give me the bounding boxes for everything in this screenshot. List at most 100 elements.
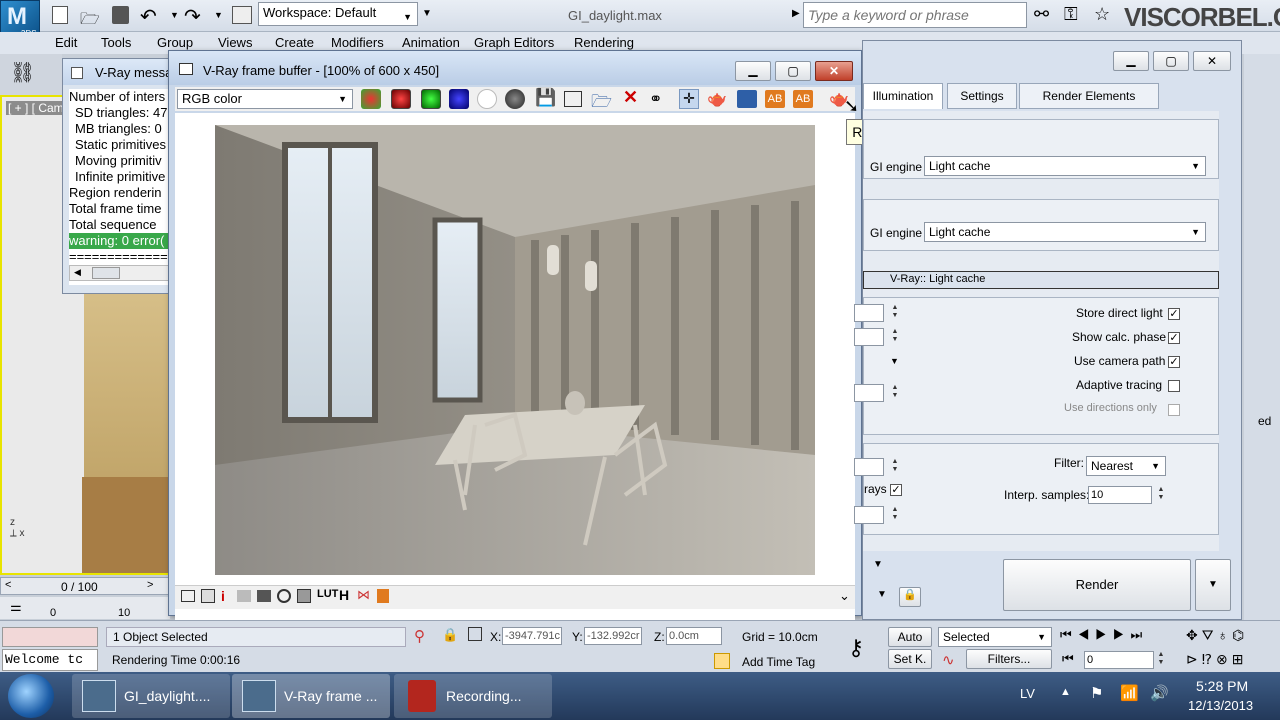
exposure-icon[interactable] [277, 589, 291, 603]
set-key-icon[interactable]: ⚷ [848, 635, 864, 661]
vray-messages-titlebar[interactable]: V-Ray messa [63, 59, 175, 85]
redo-icon[interactable]: ↷ [184, 4, 201, 29]
messages-scrollbar[interactable]: ◀ [69, 265, 175, 281]
action-center-icon[interactable]: ⚑ [1090, 684, 1103, 702]
key-icon[interactable]: ⚿ [1064, 4, 1078, 25]
add-time-tag[interactable]: Add Time Tag [742, 655, 815, 669]
expand-toolbar-icon[interactable]: ⌄ [839, 588, 850, 604]
track-bar-icon[interactable]: ⚌ [10, 599, 22, 615]
undo-dropdown-icon[interactable]: ▼ [170, 10, 179, 20]
viewport-nav-icons-2[interactable]: ⊳⁉⊗⊞ [1186, 651, 1247, 668]
star-icon[interactable]: ☆ [1094, 4, 1110, 25]
preset-dropdown-arrow[interactable]: ▼ [873, 559, 883, 570]
prefilter-spinner[interactable]: ▲ ▼ [890, 458, 900, 476]
compare-b-icon[interactable]: AB [793, 90, 813, 108]
new-file-icon[interactable] [52, 6, 68, 24]
frame-input[interactable]: 0 [1084, 651, 1154, 669]
alpha-channel-icon[interactable] [477, 89, 497, 109]
render-region-icon[interactable]: 🫖 [707, 89, 727, 109]
frame-spinner[interactable]: ▲ ▼ [1156, 651, 1166, 669]
viewport-label[interactable]: [ + ] [ Cam [6, 101, 66, 115]
tab-settings[interactable]: Settings [947, 83, 1017, 109]
curve-icon[interactable] [257, 590, 271, 602]
hdr-icon[interactable]: H [339, 587, 349, 603]
red-channel-icon[interactable] [391, 89, 411, 109]
store-direct-light-checkbox[interactable]: ✓ [1168, 308, 1180, 320]
clear-image-icon[interactable]: ✕ [623, 87, 638, 108]
subdivs-spinner[interactable]: ▲ ▼ [890, 304, 900, 322]
interp-samples-input[interactable]: 10 [1088, 486, 1152, 504]
y-coord-input[interactable]: -132.992cr [584, 627, 642, 645]
link-to-renderer-icon[interactable]: ⚭ [649, 89, 662, 109]
passes-spinner[interactable]: ▲ ▼ [890, 384, 900, 402]
subdivs-input[interactable] [854, 304, 884, 322]
adaptive-tracing-checkbox[interactable] [1168, 380, 1180, 392]
primary-gi-engine-dropdown[interactable]: Light cache ▼ [924, 156, 1206, 176]
filter-dropdown[interactable]: Nearest ▼ [1086, 456, 1166, 476]
menu-views[interactable]: Views [218, 35, 252, 50]
key-curve-icon[interactable]: ∿ [942, 651, 955, 669]
lock-view-button[interactable]: 🔒 [899, 587, 921, 607]
set-key-button[interactable]: Set K. [888, 649, 932, 669]
scale-dropdown-arrow[interactable]: ▼ [890, 356, 899, 366]
scroll-left-icon[interactable]: ◀ [74, 267, 81, 278]
srgb-icon[interactable] [297, 589, 311, 603]
ocio-icon[interactable] [377, 589, 389, 603]
rays-checkbox[interactable]: ✓ [890, 484, 902, 496]
expand-arrow-icon[interactable]: ▶ [792, 8, 800, 19]
menu-graph-editors[interactable]: Graph Editors [474, 35, 554, 50]
render-options-button[interactable]: ▼ [1195, 559, 1231, 611]
tab-indirect-illumination[interactable]: Illumination [863, 83, 943, 109]
vfb-canvas[interactable] [175, 113, 855, 635]
info-icon[interactable]: i [221, 588, 225, 604]
taskbar-item-recording[interactable]: Recording... [394, 674, 552, 718]
light-cache-rollout-header[interactable]: V-Ray:: Light cache [863, 271, 1219, 289]
pixel-aspect-icon[interactable]: ⋈ [357, 587, 370, 603]
network-icon[interactable]: 📶 [1120, 684, 1139, 702]
clock-date[interactable]: 12/13/2013 [1188, 698, 1253, 713]
x-coord-input[interactable]: -3947.791c [502, 627, 562, 645]
channel-dropdown[interactable]: RGB color ▼ [177, 89, 353, 109]
show-hidden-icons[interactable]: ▲ [1060, 686, 1071, 698]
mono-icon[interactable] [505, 89, 525, 109]
restore-button[interactable]: ▢ [775, 61, 811, 81]
save-image-icon[interactable]: 💾 [535, 88, 556, 108]
prefilter-input[interactable] [854, 458, 884, 476]
workspace-dropdown[interactable]: Workspace: Default ▼ [258, 2, 418, 26]
passes-input[interactable] [854, 384, 884, 402]
key-filter-dropdown[interactable]: Selected ▼ [938, 627, 1052, 647]
histogram-icon[interactable] [237, 590, 251, 602]
show-calc-phase-checkbox[interactable]: ✓ [1168, 332, 1180, 344]
time-prev-icon[interactable]: < [5, 579, 11, 591]
z-coord-input[interactable]: 0.0cm [666, 627, 722, 645]
save-icon[interactable] [112, 6, 129, 24]
open-file-icon[interactable]: 🗁 [80, 8, 100, 35]
isolate-icon[interactable]: ⚲ [414, 627, 425, 645]
maxscript-listener-mini[interactable] [2, 627, 98, 647]
lens-effects-icon[interactable] [737, 90, 757, 108]
vfb-titlebar[interactable]: V-Ray frame buffer - [100% of 600 x 450]… [169, 51, 861, 85]
view-dropdown-arrow[interactable]: ▼ [877, 589, 887, 600]
clock-time[interactable]: 5:28 PM [1196, 678, 1248, 694]
volume-icon[interactable]: 🔊 [1150, 684, 1169, 702]
goto-start-icon[interactable]: ⏮ [1062, 651, 1074, 667]
taskbar-item-vfb[interactable]: V-Ray frame ... [232, 674, 390, 718]
link-icon[interactable]: ⛓ [10, 60, 35, 85]
menu-rendering[interactable]: Rendering [574, 35, 634, 50]
search-input[interactable] [803, 2, 1027, 28]
redo-dropdown-icon[interactable]: ▼ [214, 10, 223, 20]
filters-button[interactable]: Filters... [966, 649, 1052, 669]
save-all-icon[interactable] [564, 91, 582, 107]
tab-render-elements[interactable]: Render Elements [1019, 83, 1159, 109]
menu-group[interactable]: Group [157, 35, 193, 50]
lut-icon[interactable]: LUT [317, 588, 338, 600]
playback-controls[interactable]: ⏮◀▶▶⏭ [1060, 627, 1148, 643]
time-slider[interactable]: < 0 / 100 > [0, 577, 170, 595]
viewport-nav-icons[interactable]: ✥⛛♁⌬ [1186, 627, 1248, 644]
auto-key-button[interactable]: Auto [888, 627, 932, 647]
retrace-spinner[interactable]: ▲ ▼ [890, 506, 900, 524]
start-button[interactable] [8, 674, 54, 718]
interp-samples-spinner[interactable]: ▲ ▼ [1156, 486, 1166, 504]
absolute-mode-icon[interactable] [468, 627, 482, 641]
scroll-thumb[interactable] [92, 267, 120, 279]
